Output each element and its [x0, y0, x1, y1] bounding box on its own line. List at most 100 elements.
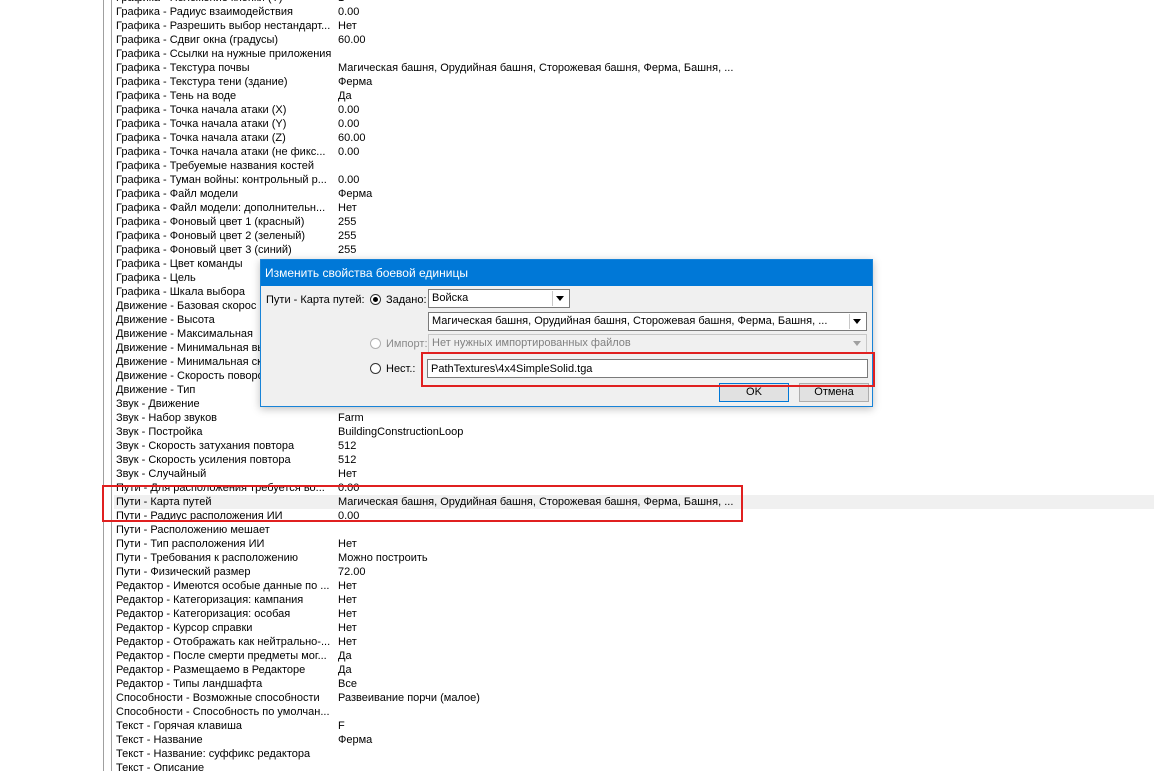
property-value: Ферма	[338, 734, 373, 746]
property-name: Звук - Скорость затухания повтора	[116, 440, 295, 452]
property-row[interactable]: Текст - Название Ферма	[114, 733, 1154, 747]
property-value: 512	[338, 454, 357, 466]
radio-custom[interactable]	[370, 363, 381, 374]
property-value: 72.00	[338, 566, 366, 578]
property-row[interactable]: Графика - Фоновый цвет 2 (зеленый) 255	[114, 229, 1154, 243]
property-row[interactable]: Графика - Файл модели Ферма	[114, 187, 1154, 201]
property-row[interactable]: Графика - Точка начала атаки (X) 0.00	[114, 103, 1154, 117]
property-row[interactable]: Звук - Случайный Нет	[114, 467, 1154, 481]
property-value: 512	[338, 440, 357, 452]
property-name: Пути - Радиус расположения ИИ	[116, 510, 283, 522]
property-value: Нет	[338, 594, 357, 606]
property-value: Нет	[338, 636, 357, 648]
property-name: Звук - Случайный	[116, 468, 207, 480]
property-name: Пути - Требования к расположению	[116, 552, 298, 564]
property-row[interactable]: Графика - Ссылки на нужные приложения	[114, 47, 1154, 61]
property-row[interactable]: Звук - Набор звуков Farm	[114, 411, 1154, 425]
property-value: 255	[338, 244, 357, 256]
property-row[interactable]: Графика - Туман войны: контрольный р... 0…	[114, 173, 1154, 187]
property-name: Графика - Точка начала атаки (X)	[116, 104, 287, 116]
property-row[interactable]: Графика - Файл модели: дополнительн... Не…	[114, 201, 1154, 215]
ok-button[interactable]: OK	[719, 383, 789, 402]
chevron-down-icon[interactable]	[849, 336, 865, 351]
radio-import[interactable]	[370, 338, 381, 349]
property-row[interactable]: Графика - Радиус взаимодействия 0.00	[114, 5, 1154, 19]
property-name: Графика - Точка начала атаки (Z)	[116, 132, 286, 144]
property-value: Развеивание порчи (малое)	[338, 692, 480, 704]
property-row[interactable]: Пути - Карта путей Магическая башня, Оруд…	[114, 495, 1154, 509]
property-name: Звук - Набор звуков	[116, 412, 218, 424]
property-row[interactable]: Способности - Способность по умолчан...	[114, 705, 1154, 719]
property-row[interactable]: Текст - Название: суффикс редактора	[114, 747, 1154, 761]
property-row[interactable]: Редактор - Курсор справки Нет	[114, 621, 1154, 635]
property-row[interactable]: Редактор - Имеются особые данные по ... Н…	[114, 579, 1154, 593]
radio-set[interactable]	[370, 294, 381, 305]
property-row[interactable]: Редактор - Категоризация: кампания Нет	[114, 593, 1154, 607]
property-row[interactable]: Графика - Сдвиг окна (градусы) 60.00	[114, 33, 1154, 47]
property-row[interactable]: Редактор - Размещаемо в Редакторе Да	[114, 663, 1154, 677]
property-name: Редактор - После смерти предметы мог...	[116, 650, 327, 662]
property-name: Графика - Ссылки на нужные приложения	[116, 48, 332, 60]
property-name: Способности - Возможные способности	[116, 692, 320, 704]
radio-set-label[interactable]: Задано:	[386, 293, 427, 307]
property-row[interactable]: Пути - Радиус расположения ИИ 0.00	[114, 509, 1154, 523]
cancel-button[interactable]: Отмена	[799, 383, 869, 402]
property-row[interactable]: Графика - Текстура тени (здание) Ферма	[114, 75, 1154, 89]
property-row[interactable]: Пути - Расположению мешает	[114, 523, 1154, 537]
property-name: Графика - Тень на воде	[116, 90, 237, 102]
tree-divider	[103, 0, 104, 771]
property-value: Да	[338, 650, 352, 662]
property-row[interactable]: Пути - Физический размер 72.00	[114, 565, 1154, 579]
property-value: Да	[338, 664, 352, 676]
property-row[interactable]: Графика - Текстура почвы Магическая башня…	[114, 61, 1154, 75]
property-row[interactable]: Пути - Для расположения требуется во... 0…	[114, 481, 1154, 495]
property-name: Текст - Название	[116, 734, 203, 746]
property-row[interactable]: Графика - Точка начала атаки (не фикс...…	[114, 145, 1154, 159]
set-values-dropdown[interactable]: Магическая башня, Орудийная башня, Сторо…	[428, 312, 867, 331]
radio-import-label[interactable]: Импорт:	[386, 337, 428, 351]
chevron-down-icon[interactable]	[552, 291, 568, 306]
property-row[interactable]: Графика - Требуемые названия костей	[114, 159, 1154, 173]
property-row[interactable]: Редактор - Категоризация: особая Нет	[114, 607, 1154, 621]
property-value: Магическая башня, Орудийная башня, Сторо…	[338, 62, 734, 74]
set-category-dropdown[interactable]: Войска	[428, 289, 570, 308]
field-label: Пути - Карта путей:	[266, 294, 365, 306]
property-value: Ферма	[338, 188, 373, 200]
property-row[interactable]: Звук - Постройка BuildingConstructionLoop	[114, 425, 1154, 439]
property-row[interactable]: Графика - Фоновый цвет 3 (синий) 255	[114, 243, 1154, 257]
property-name: Способности - Способность по умолчан...	[116, 706, 330, 718]
property-row[interactable]: Пути - Требования к расположению Можно по…	[114, 551, 1154, 565]
property-value: 255	[338, 216, 357, 228]
custom-path-input[interactable]	[427, 359, 868, 378]
property-row[interactable]: Редактор - Отображать как нейтрально-...…	[114, 635, 1154, 649]
property-value: 0.00	[338, 118, 360, 130]
property-value: F	[338, 720, 345, 732]
property-row[interactable]: Графика - Разрешить выбор нестандарт... Н…	[114, 19, 1154, 33]
property-row[interactable]: Пути - Тип расположения ИИ Нет	[114, 537, 1154, 551]
property-row[interactable]: Текст - Горячая клавиша F	[114, 719, 1154, 733]
property-row[interactable]: Графика - Тень на воде Да	[114, 89, 1154, 103]
property-row[interactable]: Способности - Возможные способности Разве…	[114, 691, 1154, 705]
property-value: 60.00	[338, 132, 366, 144]
property-row[interactable]: Редактор - Типы ландшафта Все	[114, 677, 1154, 691]
property-name: Графика - Файл модели: дополнительн...	[116, 202, 326, 214]
property-row[interactable]: Звук - Скорость усиления повтора 512	[114, 453, 1154, 467]
import-dropdown[interactable]: Нет нужных импортированных файлов	[428, 334, 867, 353]
property-row[interactable]: Графика - Фоновый цвет 1 (красный) 255	[114, 215, 1154, 229]
property-name: Редактор - Категоризация: кампания	[116, 594, 304, 606]
chevron-down-icon[interactable]	[849, 314, 865, 329]
property-name: Редактор - Курсор справки	[116, 622, 253, 634]
property-row[interactable]: Редактор - После смерти предметы мог... Д…	[114, 649, 1154, 663]
property-row[interactable]: Текст - Описание	[114, 761, 1154, 775]
property-row[interactable]: Графика - Точка начала атаки (Y) 0.00	[114, 117, 1154, 131]
property-name: Текст - Горячая клавиша	[116, 720, 243, 732]
property-value: Да	[338, 90, 352, 102]
radio-custom-label[interactable]: Нест.:	[386, 362, 416, 376]
property-value: Farm	[338, 412, 364, 424]
property-name: Редактор - Размещаемо в Редакторе	[116, 664, 306, 676]
property-value: 0.00	[338, 510, 360, 522]
property-value: Нет	[338, 202, 357, 214]
property-value: 255	[338, 230, 357, 242]
property-row[interactable]: Графика - Точка начала атаки (Z) 60.00	[114, 131, 1154, 145]
property-row[interactable]: Звук - Скорость затухания повтора 512	[114, 439, 1154, 453]
